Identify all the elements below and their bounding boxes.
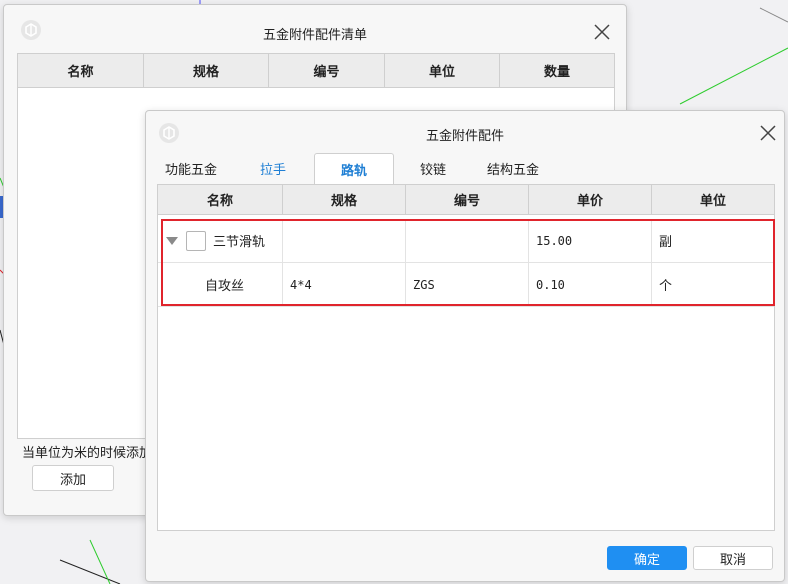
dialog-title: 五金附件配件清单 xyxy=(262,28,367,43)
title-bar: 五金附件配件清单 xyxy=(4,5,626,45)
column-header-code[interactable]: 编号 xyxy=(406,185,529,214)
column-header-name[interactable]: 名称 xyxy=(158,185,283,214)
column-header-spec[interactable]: 规格 xyxy=(144,54,269,87)
column-header-name[interactable]: 名称 xyxy=(18,54,144,87)
close-icon[interactable] xyxy=(592,22,612,42)
cell-code[interactable] xyxy=(406,219,529,262)
close-icon[interactable] xyxy=(758,123,778,143)
table-header: 名称 规格 编号 单价 单位 xyxy=(158,185,774,215)
parts-table: 名称 规格 编号 单价 单位 三节滑轨 15.00 副 自攻丝 4*4 ZGS … xyxy=(157,184,775,531)
cell-spec[interactable] xyxy=(283,219,406,262)
column-header-unit[interactable]: 单位 xyxy=(385,54,500,87)
column-header-unit[interactable]: 单位 xyxy=(652,185,774,214)
cell-unit[interactable]: 个 xyxy=(652,263,774,306)
cell-unit-price[interactable]: 0.10 xyxy=(529,263,652,306)
add-button[interactable]: 添加 xyxy=(32,465,114,491)
tab-structural-hardware[interactable]: 结构五金 xyxy=(480,153,546,183)
column-header-quantity[interactable]: 数量 xyxy=(500,54,614,87)
cell-code[interactable]: ZGS xyxy=(406,263,529,306)
hardware-parts-dialog: 五金附件配件 功能五金 拉手 路轨 铰链 结构五金 名称 规格 编号 单价 单位… xyxy=(145,110,785,582)
cell-unit[interactable]: 副 xyxy=(652,219,774,262)
tab-functional-hardware[interactable]: 功能五金 xyxy=(158,153,224,183)
cancel-button[interactable]: 取消 xyxy=(693,546,773,570)
row-checkbox[interactable] xyxy=(186,230,206,251)
cell-name: 自攻丝 xyxy=(158,263,283,306)
table-row[interactable]: 自攻丝 4*4 ZGS 0.10 个 xyxy=(158,263,774,307)
cell-name: 三节滑轨 xyxy=(158,219,283,262)
cell-unit-price[interactable]: 15.00 xyxy=(529,219,652,262)
title-bar: 五金附件配件 xyxy=(146,111,784,151)
category-tabs: 功能五金 拉手 路轨 铰链 结构五金 xyxy=(146,153,784,184)
tab-hinges[interactable]: 铰链 xyxy=(404,153,462,183)
column-header-unit-price[interactable]: 单价 xyxy=(529,185,652,214)
hint-text: 当单位为米的时候添加的 xyxy=(22,446,166,461)
cell-spec[interactable]: 4*4 xyxy=(283,263,406,306)
column-header-spec[interactable]: 规格 xyxy=(283,185,406,214)
column-header-code[interactable]: 编号 xyxy=(269,54,385,87)
table-row[interactable]: 三节滑轨 15.00 副 xyxy=(158,219,774,263)
tab-handles[interactable]: 拉手 xyxy=(244,153,302,183)
table-header: 名称 规格 编号 单位 数量 xyxy=(18,54,614,88)
tab-slide-rails[interactable]: 路轨 xyxy=(314,153,394,184)
confirm-button[interactable]: 确定 xyxy=(607,546,687,570)
dialog-title: 五金附件配件 xyxy=(425,129,504,144)
collapse-arrow-icon[interactable] xyxy=(166,236,178,245)
part-name: 三节滑轨 xyxy=(213,235,266,250)
